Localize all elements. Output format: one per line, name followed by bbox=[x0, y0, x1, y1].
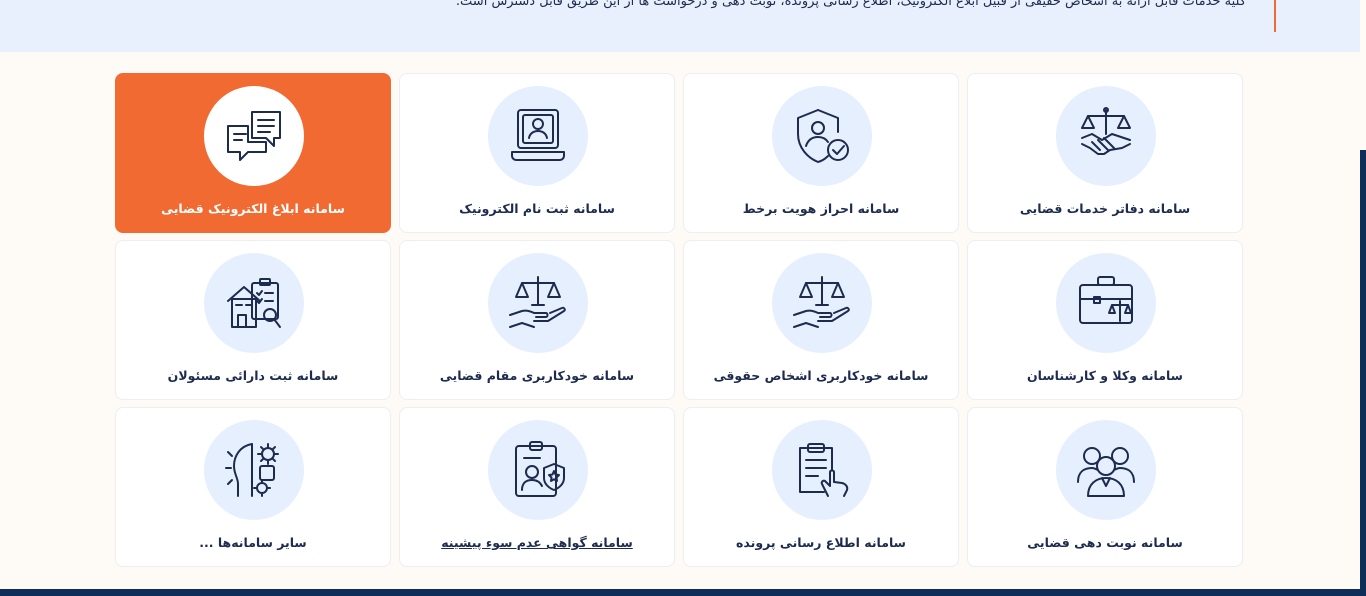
card-label: سامانه اطلاع رسانی پرونده bbox=[736, 535, 906, 550]
card-label: سامانه احراز هویت برخط bbox=[742, 201, 900, 216]
card-label: سامانه ثبت دارائی مسئولان bbox=[167, 368, 339, 383]
card-label: سامانه نوبت دهی قضایی bbox=[1027, 535, 1183, 550]
card-icon-circle bbox=[204, 253, 304, 353]
briefcase-scales-icon bbox=[1079, 276, 1133, 324]
info-banner: کلیه خدمات قابل ارائه به اشخاص حقیقی از … bbox=[0, 0, 1360, 52]
laptop-user-icon bbox=[511, 109, 565, 161]
clipboard-touch-icon bbox=[799, 443, 849, 497]
card-judicial-offices[interactable]: سامانه دفاتر خدمات قضایی bbox=[967, 73, 1243, 233]
card-case-information[interactable]: سامانه اطلاع رسانی پرونده bbox=[683, 407, 959, 567]
card-judicial-authority-selfservice[interactable]: سامانه خودکاربری مقام قضایی bbox=[399, 240, 675, 400]
card-icon-circle bbox=[1056, 86, 1156, 186]
gears-head-icon bbox=[225, 443, 279, 497]
right-edge-strip bbox=[1360, 150, 1366, 596]
shield-user-icon bbox=[797, 109, 849, 163]
card-online-identity[interactable]: سامانه احراز هویت برخط bbox=[683, 73, 959, 233]
card-icon-circle bbox=[772, 86, 872, 186]
banner-accent-bar bbox=[1274, 0, 1276, 32]
card-label: سایر سامانه‌ها ... bbox=[199, 535, 307, 550]
card-label: سامانه وکلا و کارشناسان bbox=[1027, 368, 1183, 383]
card-icon-circle bbox=[1056, 253, 1156, 353]
card-icon-circle bbox=[204, 420, 304, 520]
card-label: سامانه ابلاغ الکترونیک قضایی bbox=[161, 201, 345, 216]
card-other-systems[interactable]: سایر سامانه‌ها ... bbox=[115, 407, 391, 567]
card-icon-circle bbox=[488, 253, 588, 353]
chat-bubbles-icon bbox=[227, 111, 281, 161]
card-label: سامانه گواهی عدم سوء پیشینه bbox=[441, 535, 633, 550]
card-judicial-appointments[interactable]: سامانه نوبت دهی قضایی bbox=[967, 407, 1243, 567]
card-label: سامانه ثبت نام الکترونیک bbox=[459, 201, 615, 216]
card-e-notification[interactable]: سامانه ابلاغ الکترونیک قضایی bbox=[115, 73, 391, 233]
card-icon-circle bbox=[1056, 420, 1156, 520]
hand-scales-icon bbox=[793, 276, 850, 328]
handshake-scales-icon bbox=[1081, 107, 1131, 155]
people-group-icon bbox=[1077, 447, 1135, 497]
card-officials-assets[interactable]: سامانه ثبت دارائی مسئولان bbox=[115, 240, 391, 400]
card-label: سامانه دفاتر خدمات قضایی bbox=[1019, 201, 1191, 216]
card-icon-circle bbox=[488, 420, 588, 520]
hand-scales-icon bbox=[509, 276, 566, 328]
card-criminal-record-certificate[interactable]: سامانه گواهی عدم سوء پیشینه bbox=[399, 407, 675, 567]
card-icon-circle bbox=[488, 86, 588, 186]
card-icon-circle bbox=[204, 86, 304, 186]
card-icon-circle bbox=[772, 253, 872, 353]
card-lawyers-experts[interactable]: سامانه وکلا و کارشناسان bbox=[967, 240, 1243, 400]
card-label: سامانه خودکاربری مقام قضایی bbox=[439, 368, 635, 383]
card-label: سامانه خودکاربری اشخاص حقوقی bbox=[713, 368, 929, 383]
services-grid: سامانه دفاتر خدمات قضایی سامانه احراز هو… bbox=[115, 73, 1246, 569]
id-badge-icon bbox=[515, 441, 565, 497]
building-clipboard-icon bbox=[227, 278, 281, 328]
banner-text: کلیه خدمات قابل ارائه به اشخاص حقیقی از … bbox=[455, 0, 1246, 9]
bottom-edge-strip bbox=[0, 589, 1366, 596]
card-legal-entities-selfservice[interactable]: سامانه خودکاربری اشخاص حقوقی bbox=[683, 240, 959, 400]
card-e-registration[interactable]: سامانه ثبت نام الکترونیک bbox=[399, 73, 675, 233]
card-icon-circle bbox=[772, 420, 872, 520]
